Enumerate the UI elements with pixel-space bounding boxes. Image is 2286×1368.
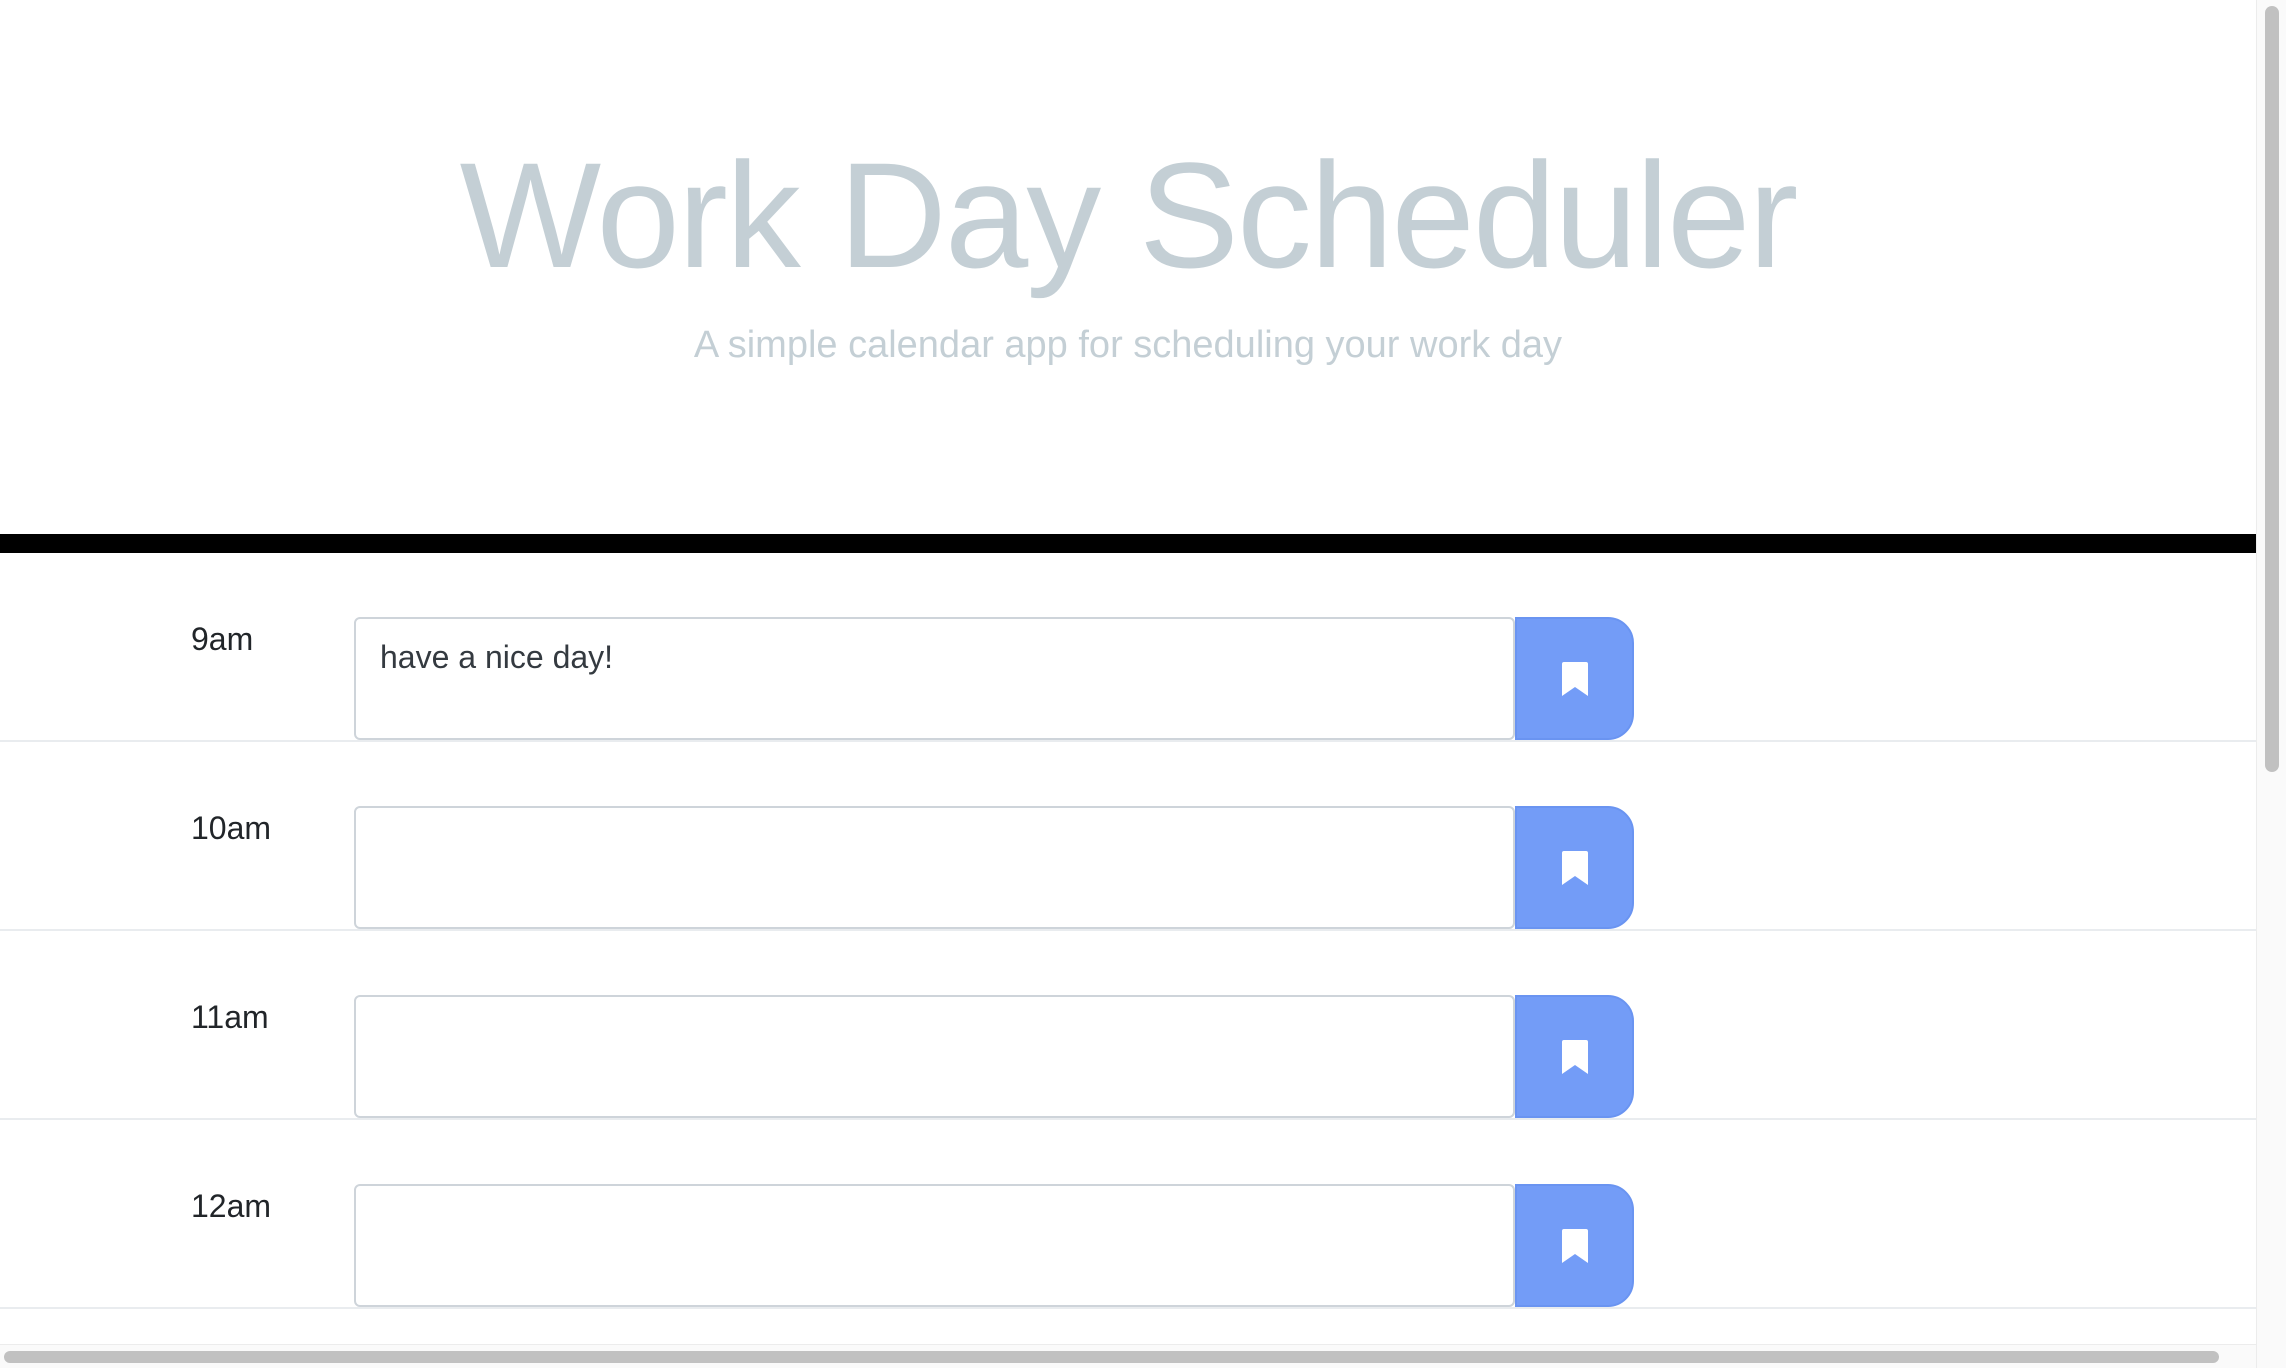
bookmark-icon — [1561, 850, 1588, 885]
page-title: Work Day Scheduler — [459, 131, 1799, 299]
hour-label: 11am — [191, 999, 269, 1035]
description-input[interactable]: have a nice day! — [354, 617, 1515, 740]
hour-label: 10am — [191, 810, 272, 846]
description-input[interactable] — [354, 995, 1515, 1118]
save-button[interactable] — [1515, 617, 1634, 740]
header: Work Day Scheduler A simple calendar app… — [0, 0, 2256, 534]
bookmark-icon — [1561, 661, 1588, 696]
save-button[interactable] — [1515, 806, 1634, 929]
time-block: 10am — [0, 742, 2256, 931]
vertical-scrollbar-thumb[interactable] — [2265, 6, 2279, 772]
save-button[interactable] — [1515, 1184, 1634, 1307]
header-divider — [0, 534, 2256, 553]
description-input[interactable] — [354, 806, 1515, 929]
hour-label: 9am — [191, 621, 254, 657]
horizontal-scrollbar[interactable] — [0, 1344, 2256, 1368]
vertical-scrollbar[interactable] — [2256, 0, 2286, 1368]
hour-label: 12am — [191, 1188, 272, 1224]
time-block-list: 9am have a nice day! 10am 11am 12am — [0, 553, 2256, 1309]
description-input[interactable] — [354, 1184, 1515, 1307]
time-block: 11am — [0, 931, 2256, 1120]
page-subtitle: A simple calendar app for scheduling you… — [693, 324, 1563, 366]
time-block: 9am have a nice day! — [0, 553, 2256, 742]
time-block: 12am — [0, 1120, 2256, 1309]
save-button[interactable] — [1515, 995, 1634, 1118]
bookmark-icon — [1561, 1039, 1588, 1074]
page: Work Day Scheduler A simple calendar app… — [0, 0, 2286, 1368]
bookmark-icon — [1561, 1228, 1588, 1263]
horizontal-scrollbar-thumb[interactable] — [4, 1351, 2219, 1363]
